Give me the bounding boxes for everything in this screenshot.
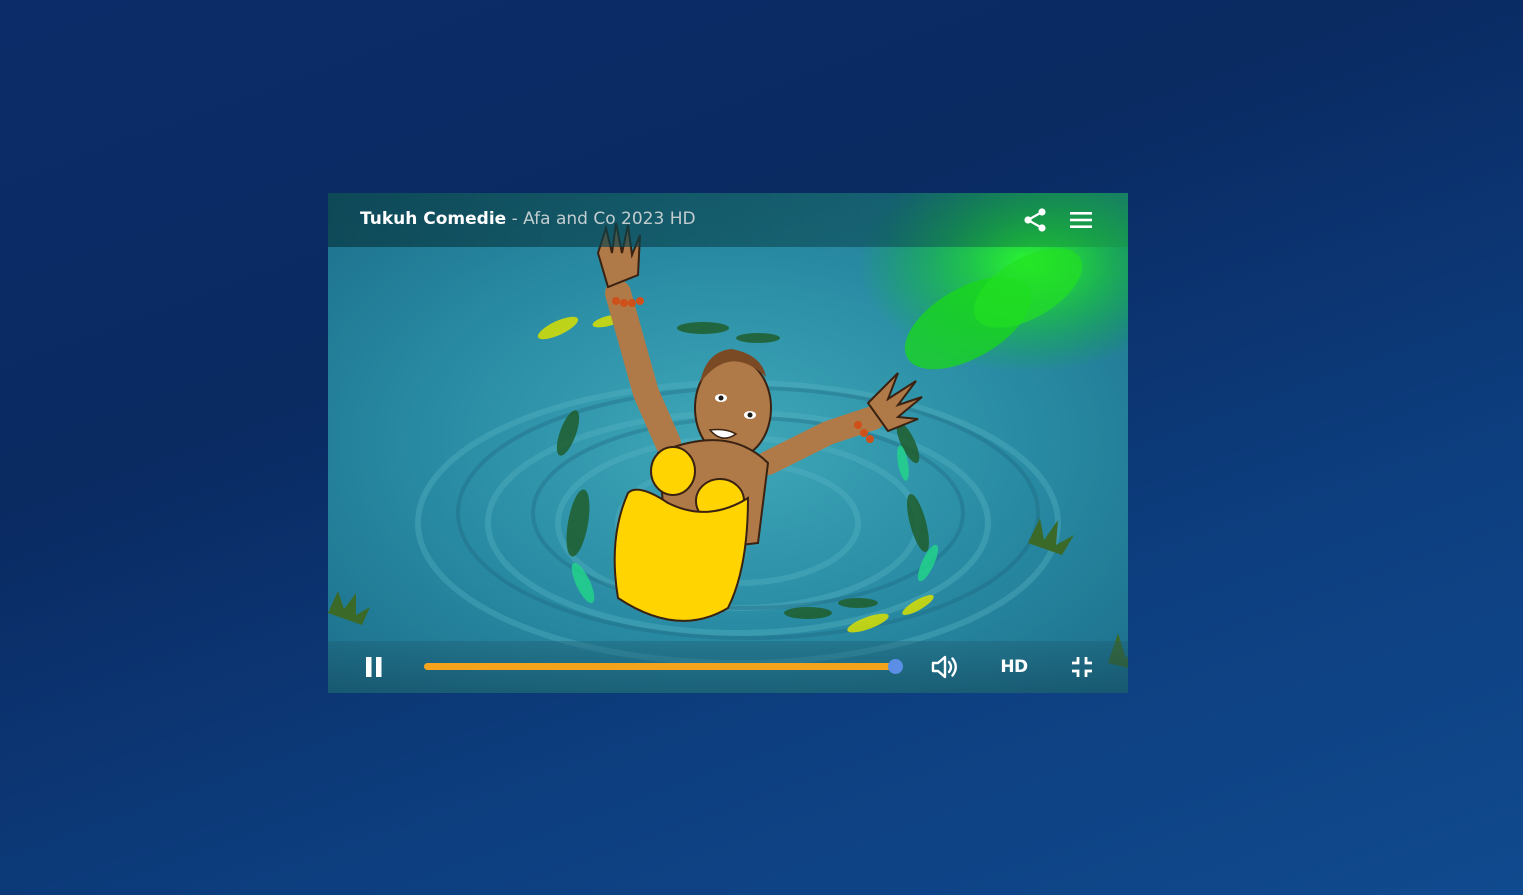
share-icon bbox=[1024, 208, 1046, 232]
quality-hd-button[interactable]: HD bbox=[996, 654, 1032, 680]
video-title-main: Tukuh Comedie bbox=[360, 209, 507, 229]
volume-button[interactable] bbox=[928, 650, 962, 684]
pause-button[interactable] bbox=[357, 650, 391, 684]
video-title-subtitle: - Afa and Co 2023 HD bbox=[506, 209, 696, 229]
exit-fullscreen-icon bbox=[1072, 657, 1092, 677]
hamburger-menu-icon bbox=[1070, 212, 1092, 228]
progress-scrubber-handle[interactable] bbox=[888, 659, 904, 674]
player-control-bar: HD bbox=[328, 641, 1128, 693]
menu-button[interactable] bbox=[1064, 203, 1098, 237]
player-top-bar: Tukuh Comedie - Afa and Co 2023 HD bbox=[328, 193, 1128, 247]
video-title: Tukuh Comedie - Afa and Co 2023 HD bbox=[360, 208, 696, 230]
progress-fill bbox=[424, 663, 896, 670]
volume-icon bbox=[931, 655, 957, 679]
video-player[interactable]: Tukuh Comedie - Afa and Co 2023 HD HD bbox=[328, 193, 1128, 693]
video-frame[interactable] bbox=[328, 193, 1128, 693]
pause-icon bbox=[366, 657, 382, 677]
exit-fullscreen-button[interactable] bbox=[1065, 650, 1099, 684]
progress-bar[interactable] bbox=[424, 659, 904, 674]
share-button[interactable] bbox=[1018, 203, 1052, 237]
